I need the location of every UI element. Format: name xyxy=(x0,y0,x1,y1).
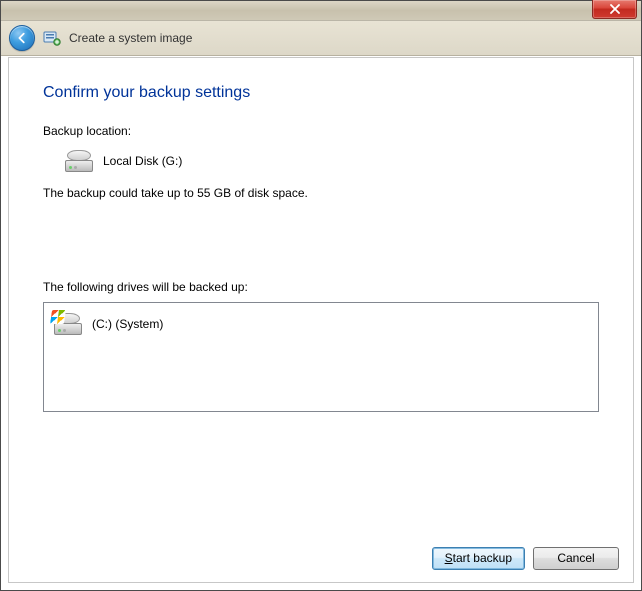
drives-list-label: The following drives will be backed up: xyxy=(43,280,599,294)
wizard-icon xyxy=(43,29,61,47)
drive-label: (C:) (System) xyxy=(92,317,163,331)
titlebar xyxy=(1,1,641,21)
close-icon xyxy=(609,4,621,14)
button-bar: Start backup Cancel xyxy=(9,534,633,582)
backup-location-label: Backup location: xyxy=(43,124,599,138)
backup-location-row: Local Disk (G:) xyxy=(43,150,599,172)
page-heading: Confirm your backup settings xyxy=(43,84,599,102)
system-drive-icon xyxy=(54,313,82,335)
start-backup-button[interactable]: Start backup xyxy=(432,547,525,570)
navbar: Create a system image xyxy=(1,21,641,56)
drives-list: (C:) (System) xyxy=(43,302,599,412)
close-button[interactable] xyxy=(592,0,637,19)
cancel-button[interactable]: Cancel xyxy=(533,547,619,570)
list-item: (C:) (System) xyxy=(54,311,588,337)
back-button[interactable] xyxy=(9,25,35,51)
content-panel: Confirm your backup settings Backup loca… xyxy=(8,57,634,583)
hard-drive-icon xyxy=(65,150,93,172)
size-estimate-text: The backup could take up to 55 GB of dis… xyxy=(43,186,599,200)
window-title: Create a system image xyxy=(69,31,192,45)
back-arrow-icon xyxy=(15,31,29,45)
backup-location-value: Local Disk (G:) xyxy=(103,154,182,168)
wizard-window: Create a system image Confirm your backu… xyxy=(0,0,642,591)
